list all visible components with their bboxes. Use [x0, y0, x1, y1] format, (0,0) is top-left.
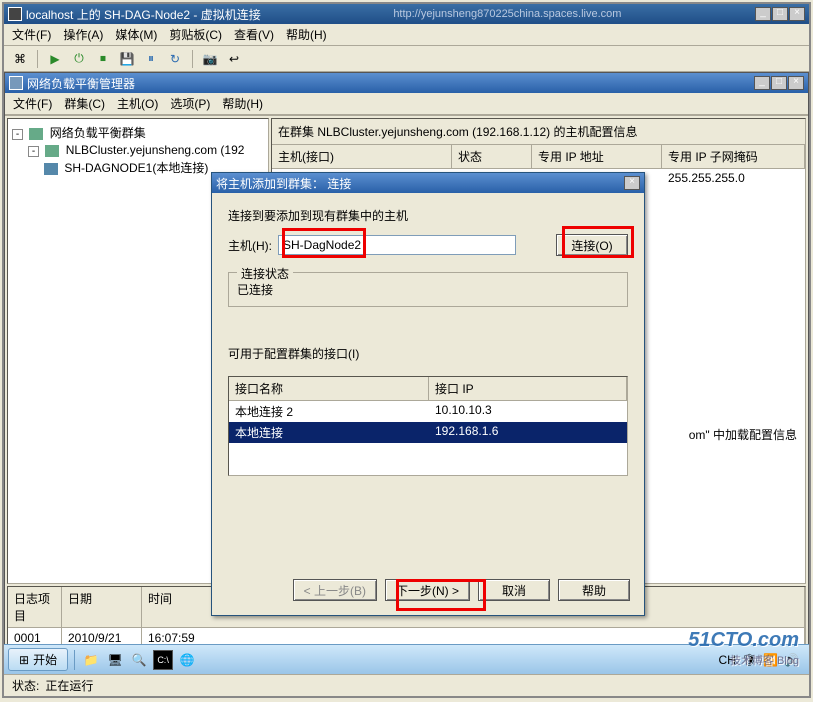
cell-mask: 255.255.255.0 — [662, 169, 805, 190]
search-icon[interactable]: 🔍 — [129, 650, 149, 670]
nlb-window-controls: _ □ × — [753, 76, 804, 90]
config-grid-header: 主机(接口) 状态 专用 IP 地址 专用 IP 子网掩码 — [272, 145, 805, 169]
help-button[interactable]: 帮助 — [558, 579, 630, 601]
status-legend: 连接状态 — [237, 265, 293, 282]
ctrl-alt-del-icon[interactable]: ⌘ — [10, 49, 30, 69]
nlb-close-button[interactable]: × — [788, 76, 804, 90]
menu-file[interactable]: 文件(F) — [12, 26, 51, 43]
start-button[interactable]: ⊞ 开始 — [8, 648, 68, 671]
nlb-icon — [9, 76, 23, 90]
menu-help[interactable]: 帮助(H) — [286, 26, 327, 43]
config-banner: 在群集 NLBCluster.yejunsheng.com (192.168.1… — [272, 119, 805, 145]
snapshot-icon[interactable]: 📷 — [200, 49, 220, 69]
cluster-icon — [45, 145, 59, 157]
tree-root[interactable]: - 网络负载平衡群集 — [12, 123, 264, 142]
nlb-menu-options[interactable]: 选项(P) — [170, 95, 210, 112]
vm-icon — [8, 7, 22, 21]
if-name: 本地连接 2 — [229, 402, 429, 421]
statusbar: 状态: 正在运行 — [4, 674, 809, 696]
start-label: 开始 — [33, 651, 57, 668]
tree-cluster[interactable]: - NLBCluster.yejunsheng.com (192 — [12, 142, 264, 158]
poweroff-icon[interactable]: ⏻ — [69, 49, 89, 69]
close-button[interactable]: × — [789, 7, 805, 21]
cmd-icon[interactable]: C:\ — [153, 650, 173, 670]
col-status[interactable]: 状态 — [452, 145, 532, 168]
status-groupbox: 连接状态 已连接 — [228, 272, 628, 307]
back-button: < 上一步(B) — [293, 579, 377, 601]
host-input[interactable] — [278, 235, 516, 255]
nlb-menu-file[interactable]: 文件(F) — [13, 95, 52, 112]
col-mask[interactable]: 专用 IP 子网掩码 — [662, 145, 805, 168]
tree-host-label: SH-DAGNODE1(本地连接) — [64, 161, 208, 175]
col-interface-ip[interactable]: 接口 IP — [429, 377, 627, 400]
col-interface-name[interactable]: 接口名称 — [229, 377, 429, 400]
if-ip: 10.10.10.3 — [429, 402, 627, 421]
outer-menubar: 文件(F) 操作(A) 媒体(M) 剪贴板(C) 查看(V) 帮助(H) — [4, 24, 809, 46]
connect-button[interactable]: 连接(O) — [556, 234, 628, 256]
menu-action[interactable]: 操作(A) — [63, 26, 103, 43]
clusters-icon — [29, 128, 43, 140]
watermark-sub: 技术博客 Blog — [688, 652, 799, 668]
reset-icon[interactable]: ↻ — [165, 49, 185, 69]
col-ip[interactable]: 专用 IP 地址 — [532, 145, 662, 168]
host-icon — [44, 163, 58, 175]
tree-root-label: 网络负载平衡群集 — [50, 126, 146, 140]
explorer-icon[interactable]: 📁 — [81, 650, 101, 670]
nlb-maximize-button[interactable]: □ — [771, 76, 787, 90]
collapse-icon[interactable]: - — [28, 146, 39, 157]
vm-connection-window: localhost 上的 SH-DAG-Node2 - 虚拟机连接 http:/… — [2, 2, 811, 698]
revert-icon[interactable]: ↩ — [224, 49, 244, 69]
status-label: 状态: — [12, 677, 39, 694]
nlb-menu-host[interactable]: 主机(O) — [117, 95, 158, 112]
menu-clipboard[interactable]: 剪贴板(C) — [169, 26, 222, 43]
menu-view[interactable]: 查看(V) — [234, 26, 274, 43]
nlb-taskbar-icon[interactable]: 🌐 — [177, 650, 197, 670]
start-icon[interactable]: ▶ — [45, 49, 65, 69]
host-label: 主机(H): — [228, 237, 272, 254]
pause-icon[interactable]: ⏸ — [141, 49, 161, 69]
outer-titlebar[interactable]: localhost 上的 SH-DAG-Node2 - 虚拟机连接 http:/… — [4, 4, 809, 24]
nlb-menubar: 文件(F) 群集(C) 主机(O) 选项(P) 帮助(H) — [5, 93, 808, 115]
nlb-menu-help[interactable]: 帮助(H) — [222, 95, 263, 112]
shutdown-icon[interactable]: ⏹ — [93, 49, 113, 69]
outer-url: http://yejunsheng870225china.spaces.live… — [393, 8, 621, 20]
add-host-dialog: 将主机添加到群集： 连接 × 连接到要添加到现有群集中的主机 主机(H): 连接… — [211, 172, 645, 616]
list-item[interactable]: 本地连接 2 10.10.10.3 — [229, 401, 627, 422]
watermark-main: 51CTO.com — [688, 629, 799, 651]
dialog-close-button[interactable]: × — [624, 176, 640, 190]
dialog-instruction: 连接到要添加到现有群集中的主机 — [228, 207, 628, 224]
dialog-titlebar[interactable]: 将主机添加到群集： 连接 × — [212, 173, 644, 193]
minimize-button[interactable]: _ — [755, 7, 771, 21]
list-item-selected[interactable]: 本地连接 192.168.1.6 — [229, 422, 627, 443]
tree-cluster-label: NLBCluster.yejunsheng.com (192 — [66, 143, 245, 157]
outer-toolbar: ⌘ ▶ ⏻ ⏹ 💾 ⏸ ↻ 📷 ↩ — [4, 46, 809, 72]
log-col-item[interactable]: 日志项目 — [8, 587, 62, 627]
save-icon[interactable]: 💾 — [117, 49, 137, 69]
dialog-title: 将主机添加到群集： 连接 — [216, 175, 351, 192]
status-text: 已连接 — [237, 281, 619, 298]
quick-launch: 📁 🖥 🔍 C:\ 🌐 — [74, 650, 197, 670]
right-note: om" 中加载配置信息 — [689, 426, 797, 443]
outer-window-controls: _ □ × — [754, 7, 805, 21]
if-ip: 192.168.1.6 — [429, 423, 627, 442]
col-host[interactable]: 主机(接口) — [272, 145, 452, 168]
menu-media[interactable]: 媒体(M) — [115, 26, 157, 43]
if-name: 本地连接 — [229, 423, 429, 442]
interfaces-label: 可用于配置群集的接口(I) — [228, 345, 628, 362]
nlb-menu-cluster[interactable]: 群集(C) — [64, 95, 105, 112]
nlb-minimize-button[interactable]: _ — [754, 76, 770, 90]
nlb-title: 网络负载平衡管理器 — [27, 75, 135, 92]
collapse-icon[interactable]: - — [12, 129, 23, 140]
interfaces-list[interactable]: 接口名称 接口 IP 本地连接 2 10.10.10.3 本地连接 192.16… — [228, 376, 628, 476]
windows-logo-icon: ⊞ — [19, 653, 29, 667]
next-button[interactable]: 下一步(N) > — [385, 579, 470, 601]
status-value: 正在运行 — [45, 677, 93, 694]
show-desktop-icon[interactable]: 🖥 — [105, 650, 125, 670]
outer-title: localhost 上的 SH-DAG-Node2 - 虚拟机连接 — [26, 6, 261, 23]
log-col-date[interactable]: 日期 — [62, 587, 142, 627]
nlb-titlebar[interactable]: 网络负载平衡管理器 _ □ × — [5, 73, 808, 93]
maximize-button[interactable]: □ — [772, 7, 788, 21]
watermark: 51CTO.com 技术博客 Blog — [688, 629, 799, 668]
cancel-button[interactable]: 取消 — [478, 579, 550, 601]
